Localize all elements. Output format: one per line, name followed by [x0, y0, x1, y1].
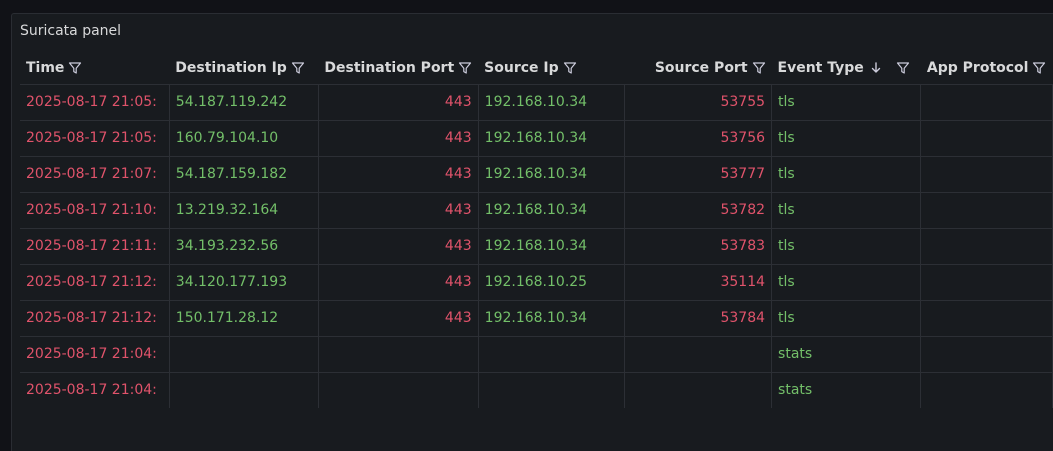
column-header-source-ip[interactable]: Source Ip	[478, 52, 625, 85]
cell-destination-ip: 160.79.104.10	[169, 120, 319, 157]
cell-source-port	[624, 372, 773, 408]
cell-source-port	[624, 336, 773, 373]
column-header-label[interactable]: Time	[26, 60, 64, 76]
cell-destination-port: 443	[318, 300, 479, 337]
cell-destination-port: 443	[318, 84, 479, 121]
cell-event-type: stats	[771, 372, 922, 408]
cell-source-ip: 192.168.10.34	[478, 192, 625, 229]
column-header-source-port[interactable]: Source Port	[624, 52, 772, 85]
cell-destination-port: 443	[318, 264, 479, 301]
cell-source-port: 53783	[624, 228, 773, 265]
cell-source-port: 53782	[624, 192, 773, 229]
cell-app-protocol	[920, 300, 1053, 337]
filter-icon[interactable]	[68, 61, 82, 75]
cell-destination-port	[318, 372, 479, 408]
table-row[interactable]: 2025-08-17 21:05: 54.187.119.242 443 192.16…	[20, 84, 1053, 121]
cell-app-protocol	[920, 84, 1053, 121]
cell-source-port: 53755	[624, 84, 773, 121]
column-header-label[interactable]: Destination Ip	[175, 60, 287, 76]
cell-time: 2025-08-17 21:12:	[20, 264, 170, 301]
cell-destination-ip: 150.171.28.12	[169, 300, 319, 337]
table-row[interactable]: 2025-08-17 21:05: 160.79.104.10 443 192.168…	[20, 120, 1053, 157]
cell-event-type: stats	[771, 336, 922, 373]
cell-time: 2025-08-17 21:07:	[20, 156, 170, 193]
cell-destination-port: 443	[318, 228, 479, 265]
cell-app-protocol	[920, 264, 1053, 301]
cell-event-type: tls	[771, 192, 922, 229]
cell-time: 2025-08-17 21:04:	[20, 336, 170, 373]
cell-source-ip: 192.168.10.34	[478, 156, 625, 193]
table-row[interactable]: 2025-08-17 21:07: 54.187.159.182 443 192.16…	[20, 156, 1053, 193]
column-header-destination-ip[interactable]: Destination Ip	[169, 52, 319, 85]
cell-app-protocol	[920, 228, 1053, 265]
cell-event-type: tls	[771, 84, 922, 121]
cell-destination-ip: 34.120.177.193	[169, 264, 319, 301]
suricata-panel: Suricata panel Time Destination Ip Destina…	[11, 13, 1053, 451]
cell-event-type: tls	[771, 120, 922, 157]
cell-source-ip: 192.168.10.34	[478, 228, 625, 265]
cell-event-type: tls	[771, 300, 922, 337]
table-row[interactable]: 2025-08-17 21:04: stats	[20, 336, 1053, 373]
cell-source-port: 53756	[624, 120, 773, 157]
cell-event-type: tls	[771, 228, 922, 265]
cell-app-protocol	[920, 120, 1053, 157]
cell-source-ip: 192.168.10.34	[478, 300, 625, 337]
table-row[interactable]: 2025-08-17 21:12: 34.120.177.193 443 192.16…	[20, 264, 1053, 301]
cell-time: 2025-08-17 21:10:	[20, 192, 170, 229]
panel-title[interactable]: Suricata panel	[20, 22, 121, 40]
cell-time: 2025-08-17 21:04:	[20, 372, 170, 408]
table-row[interactable]: 2025-08-17 21:04: stats	[20, 372, 1053, 408]
table-header-row: Time Destination Ip Destination Port Source…	[20, 52, 1053, 85]
cell-destination-ip: 13.219.32.164	[169, 192, 319, 229]
cell-source-ip	[478, 336, 625, 373]
cell-source-ip: 192.168.10.25	[478, 264, 625, 301]
table-body: 2025-08-17 21:05: 54.187.119.242 443 192.16…	[20, 84, 1053, 408]
cell-time: 2025-08-17 21:11:	[20, 228, 170, 265]
table-row[interactable]: 2025-08-17 21:11: 34.193.232.56 443 192.168…	[20, 228, 1053, 265]
cell-source-ip: 192.168.10.34	[478, 84, 625, 121]
filter-icon[interactable]	[458, 61, 472, 75]
filter-icon[interactable]	[563, 61, 577, 75]
cell-source-ip	[478, 372, 625, 408]
cell-event-type: tls	[771, 264, 922, 301]
cell-destination-ip: 34.193.232.56	[169, 228, 319, 265]
cell-app-protocol	[920, 336, 1053, 373]
cell-time: 2025-08-17 21:12:	[20, 300, 170, 337]
cell-destination-ip	[169, 372, 319, 408]
column-header-time[interactable]: Time	[20, 52, 170, 85]
cell-destination-port: 443	[318, 192, 479, 229]
filter-icon[interactable]	[752, 61, 766, 75]
table-row[interactable]: 2025-08-17 21:10: 13.219.32.164 443 192.168…	[20, 192, 1053, 229]
table-row[interactable]: 2025-08-17 21:12: 150.171.28.12 443 192.168…	[20, 300, 1053, 337]
column-header-event-type[interactable]: Event Type	[771, 52, 921, 85]
cell-destination-port: 443	[318, 120, 479, 157]
column-header-label[interactable]: Source Ip	[484, 60, 558, 76]
cell-source-port: 35114	[624, 264, 773, 301]
column-header-app-protocol[interactable]: App Protocol	[920, 52, 1053, 85]
cell-destination-port	[318, 336, 479, 373]
cell-time: 2025-08-17 21:05:	[20, 120, 170, 157]
filter-icon[interactable]	[291, 61, 305, 75]
arrow-down-icon[interactable]	[870, 61, 882, 75]
cell-time: 2025-08-17 21:05:	[20, 84, 170, 121]
filter-icon[interactable]	[896, 61, 910, 75]
cell-destination-ip: 54.187.119.242	[169, 84, 319, 121]
cell-app-protocol	[920, 156, 1053, 193]
cell-destination-ip	[169, 336, 319, 373]
cell-source-port: 53784	[624, 300, 773, 337]
cell-destination-ip: 54.187.159.182	[169, 156, 319, 193]
cell-source-ip: 192.168.10.34	[478, 120, 625, 157]
cell-destination-port: 443	[318, 156, 479, 193]
cell-source-port: 53777	[624, 156, 773, 193]
column-header-label[interactable]: Destination Port	[324, 60, 454, 76]
column-header-label[interactable]: Source Port	[655, 60, 748, 76]
filter-icon[interactable]	[1032, 61, 1046, 75]
cell-app-protocol	[920, 372, 1053, 408]
cell-app-protocol	[920, 192, 1053, 229]
column-header-destination-port[interactable]: Destination Port	[318, 52, 479, 85]
events-table: Time Destination Ip Destination Port Source…	[20, 52, 1053, 408]
column-header-label[interactable]: Event Type	[778, 60, 864, 76]
column-header-label[interactable]: App Protocol	[927, 60, 1029, 76]
cell-event-type: tls	[771, 156, 922, 193]
